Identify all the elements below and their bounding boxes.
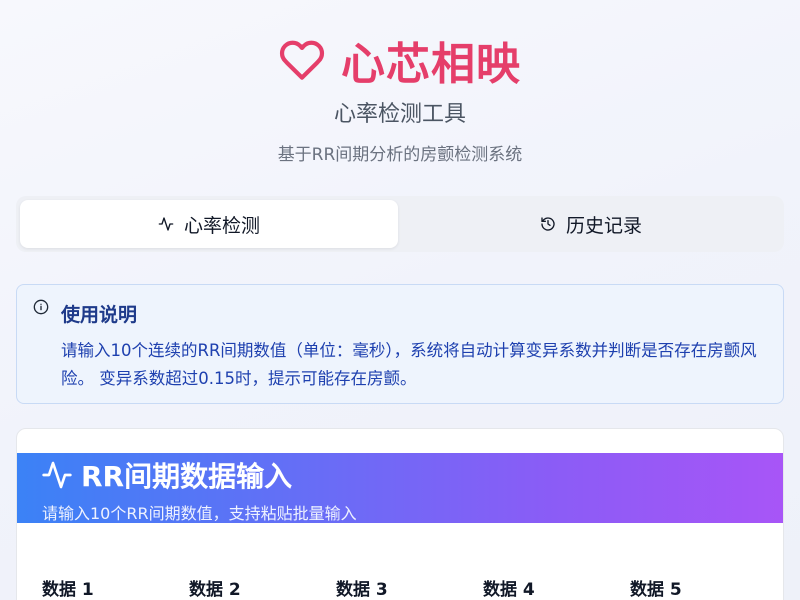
activity-icon	[158, 217, 174, 231]
activity-icon	[42, 461, 72, 489]
instructions-title: 使用说明	[61, 304, 138, 326]
heart-icon	[279, 40, 325, 80]
card-description: 请输入10个RR间期数值，支持粘贴批量输入	[42, 504, 357, 523]
instructions-panel: 使用说明 请输入10个连续的RR间期数值（单位：毫秒），系统将自动计算变异系数并…	[16, 284, 784, 404]
tab-heart-rate-detection[interactable]: 心率检测	[20, 200, 398, 248]
card-header: RR间期数据输入 请输入10个RR间期数值，支持粘贴批量输入	[17, 453, 783, 523]
card-title: RR间期数据输入	[81, 460, 293, 493]
instructions-body: 请输入10个连续的RR间期数值（单位：毫秒），系统将自动计算变异系数并判断是否存…	[61, 341, 757, 388]
tab-bar: 心率检测 历史记录	[16, 196, 784, 252]
field-label-5: 数据 5	[630, 580, 682, 600]
field-label-2: 数据 2	[189, 580, 241, 600]
app-tagline: 基于RR间期分析的房颤检测系统	[277, 145, 523, 165]
info-icon	[33, 299, 49, 315]
tab-label: 心率检测	[183, 214, 260, 237]
field-label-1: 数据 1	[42, 580, 94, 600]
tab-label: 历史记录	[565, 214, 642, 237]
app-subtitle: 心率检测工具	[333, 102, 466, 127]
field-label-3: 数据 3	[336, 580, 388, 600]
field-labels-row: 数据 1 数据 2 数据 3 数据 4 数据 5	[42, 575, 782, 600]
brand: 心芯相映	[0, 30, 800, 90]
field-label-4: 数据 4	[483, 580, 535, 600]
app-title: 心芯相映	[341, 39, 521, 90]
rr-input-card: RR间期数据输入 请输入10个RR间期数值，支持粘贴批量输入 数据 1 数据 2…	[16, 428, 784, 600]
app-header: 心芯相映 心率检测工具 基于RR间期分析的房颤检测系统	[0, 30, 800, 165]
tab-history[interactable]: 历史记录	[402, 200, 780, 248]
history-icon	[541, 217, 555, 231]
